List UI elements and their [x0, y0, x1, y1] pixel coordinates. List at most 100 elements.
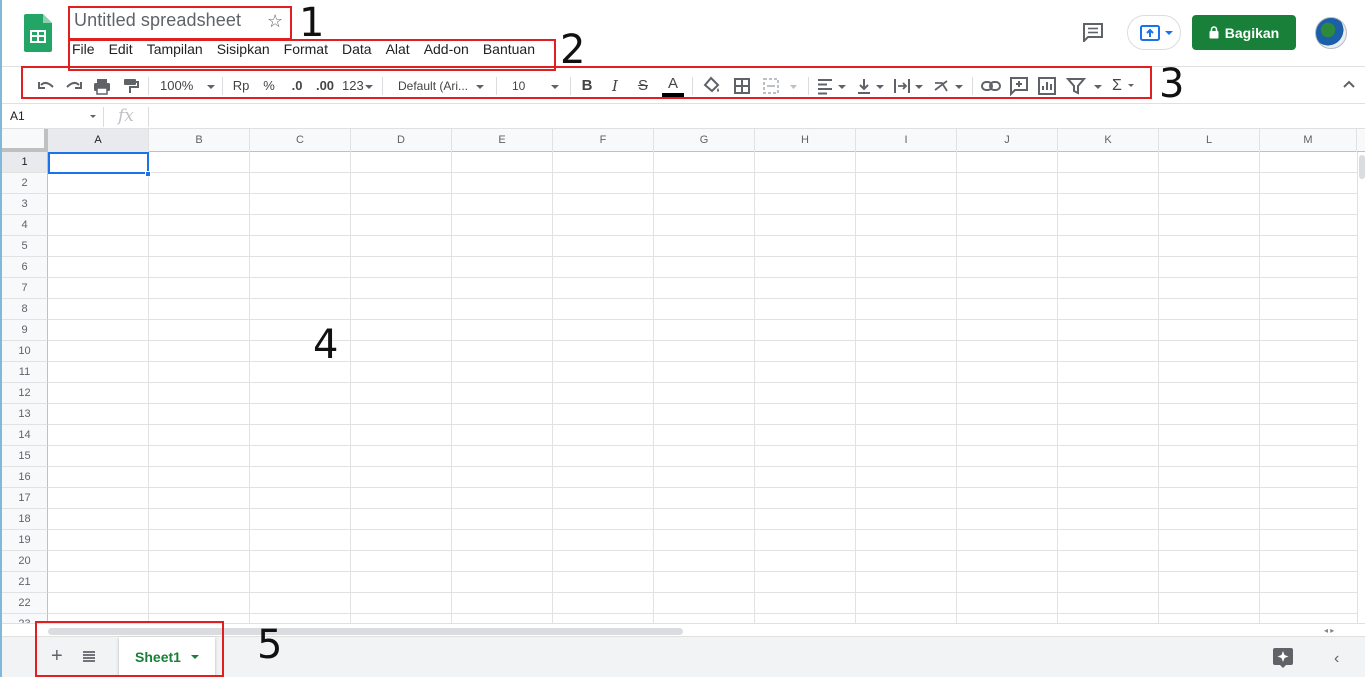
- row-header[interactable]: 6: [2, 257, 48, 278]
- text-wrapping-icon[interactable]: [892, 75, 926, 97]
- document-title[interactable]: Untitled spreadsheet: [74, 10, 241, 31]
- star-icon[interactable]: ☆: [267, 11, 283, 32]
- more-formats-button[interactable]: 123: [342, 75, 374, 97]
- column-header[interactable]: B: [149, 129, 250, 152]
- currency-format-button[interactable]: Rp: [230, 75, 252, 97]
- explore-icon[interactable]: [1273, 648, 1293, 668]
- sheets-logo-icon[interactable]: [24, 14, 52, 52]
- row-header[interactable]: 14: [2, 425, 48, 446]
- row-header[interactable]: 21: [2, 572, 48, 593]
- horizontal-align-icon[interactable]: [816, 75, 848, 97]
- font-family-select[interactable]: Default (Ari...: [398, 75, 490, 97]
- share-button[interactable]: Bagikan: [1192, 15, 1296, 50]
- sheet-tab-sheet1[interactable]: Sheet1: [119, 637, 215, 677]
- functions-button[interactable]: Σ: [1112, 75, 1142, 97]
- row-header[interactable]: 12: [2, 383, 48, 404]
- column-header[interactable]: G: [654, 129, 755, 152]
- strikethrough-button[interactable]: S: [634, 75, 652, 97]
- column-header[interactable]: A: [48, 129, 149, 152]
- row-header[interactable]: 1: [2, 152, 48, 173]
- collapse-menu-icon[interactable]: [1342, 77, 1356, 91]
- menu-addons[interactable]: Add-on: [424, 40, 469, 60]
- all-sheets-icon[interactable]: [82, 650, 96, 662]
- menu-tools[interactable]: Alat: [386, 40, 410, 60]
- row-header[interactable]: 9: [2, 320, 48, 341]
- row-header[interactable]: 17: [2, 488, 48, 509]
- chevron-left-icon[interactable]: ‹: [1334, 650, 1339, 668]
- menu-view[interactable]: Tampilan: [147, 40, 203, 60]
- active-cell-a1[interactable]: [48, 152, 149, 174]
- insert-chart-icon[interactable]: [1036, 75, 1058, 97]
- row-header[interactable]: 2: [2, 173, 48, 194]
- borders-icon[interactable]: [732, 75, 752, 97]
- row-header[interactable]: 15: [2, 446, 48, 467]
- column-header[interactable]: K: [1058, 129, 1159, 152]
- present-button[interactable]: [1127, 15, 1181, 50]
- menu-insert[interactable]: Sisipkan: [217, 40, 270, 60]
- scroll-arrows-icon[interactable]: ◂ ▸: [1324, 626, 1334, 635]
- row-header[interactable]: 23: [2, 614, 48, 623]
- text-rotation-icon[interactable]: [932, 75, 966, 97]
- row-header[interactable]: 4: [2, 215, 48, 236]
- row-header[interactable]: 7: [2, 278, 48, 299]
- column-header[interactable]: H: [755, 129, 856, 152]
- cells-area[interactable]: [48, 152, 1357, 623]
- italic-button[interactable]: I: [606, 75, 624, 97]
- insert-comment-icon[interactable]: [1008, 75, 1030, 97]
- horizontal-scrollbar[interactable]: ◂ ▸: [2, 623, 1365, 636]
- menu-data[interactable]: Data: [342, 40, 372, 60]
- cell-grid[interactable]: A B C D E F G H I J K L M 1 2 3 4 5 6 7 …: [2, 129, 1365, 623]
- column-header[interactable]: F: [553, 129, 654, 152]
- fill-handle[interactable]: [145, 171, 151, 177]
- filter-icon[interactable]: [1066, 75, 1104, 97]
- menu-help[interactable]: Bantuan: [483, 40, 535, 60]
- bold-button[interactable]: B: [578, 75, 596, 97]
- row-header[interactable]: 22: [2, 593, 48, 614]
- menu-file[interactable]: File: [72, 40, 95, 60]
- decrease-decimal-button[interactable]: .0: [286, 75, 308, 97]
- row-header[interactable]: 20: [2, 551, 48, 572]
- row-header[interactable]: 16: [2, 467, 48, 488]
- chevron-down-icon[interactable]: [190, 655, 199, 659]
- column-header[interactable]: L: [1159, 129, 1260, 152]
- chevron-down-icon[interactable]: [90, 115, 96, 118]
- row-header[interactable]: 11: [2, 362, 48, 383]
- row-header[interactable]: 3: [2, 194, 48, 215]
- column-header[interactable]: M: [1260, 129, 1357, 152]
- fill-color-icon[interactable]: [702, 75, 722, 97]
- increase-decimal-button[interactable]: .00: [312, 75, 338, 97]
- merge-cells-icon[interactable]: [762, 75, 802, 97]
- text-color-button[interactable]: A: [662, 75, 684, 97]
- name-box[interactable]: A1: [10, 109, 25, 123]
- insert-link-icon[interactable]: [980, 75, 1002, 97]
- menu-edit[interactable]: Edit: [109, 40, 133, 60]
- fx-icon: fx: [118, 106, 134, 126]
- row-header[interactable]: 5: [2, 236, 48, 257]
- annotation-number: 4: [313, 322, 339, 368]
- column-header[interactable]: D: [351, 129, 452, 152]
- scroll-thumb[interactable]: [48, 628, 683, 635]
- row-header[interactable]: 18: [2, 509, 48, 530]
- print-icon[interactable]: [92, 75, 112, 97]
- column-header[interactable]: C: [250, 129, 351, 152]
- row-header[interactable]: 8: [2, 299, 48, 320]
- undo-icon[interactable]: [36, 75, 56, 97]
- add-sheet-icon[interactable]: +: [51, 645, 63, 668]
- row-header[interactable]: 19: [2, 530, 48, 551]
- column-header[interactable]: E: [452, 129, 553, 152]
- percent-format-button[interactable]: %: [260, 75, 278, 97]
- comment-icon[interactable]: [1082, 22, 1104, 42]
- zoom-select[interactable]: 100%: [160, 75, 216, 97]
- vertical-scrollbar[interactable]: [1357, 152, 1365, 623]
- scroll-thumb[interactable]: [1359, 155, 1365, 179]
- paint-format-icon[interactable]: [120, 75, 140, 97]
- redo-icon[interactable]: [64, 75, 84, 97]
- row-header[interactable]: 13: [2, 404, 48, 425]
- account-avatar[interactable]: [1315, 17, 1347, 49]
- font-size-select[interactable]: 10: [512, 75, 562, 97]
- select-all-corner[interactable]: [2, 129, 48, 152]
- column-header[interactable]: I: [856, 129, 957, 152]
- row-header[interactable]: 10: [2, 341, 48, 362]
- column-header[interactable]: J: [957, 129, 1058, 152]
- vertical-align-icon[interactable]: [856, 75, 888, 97]
